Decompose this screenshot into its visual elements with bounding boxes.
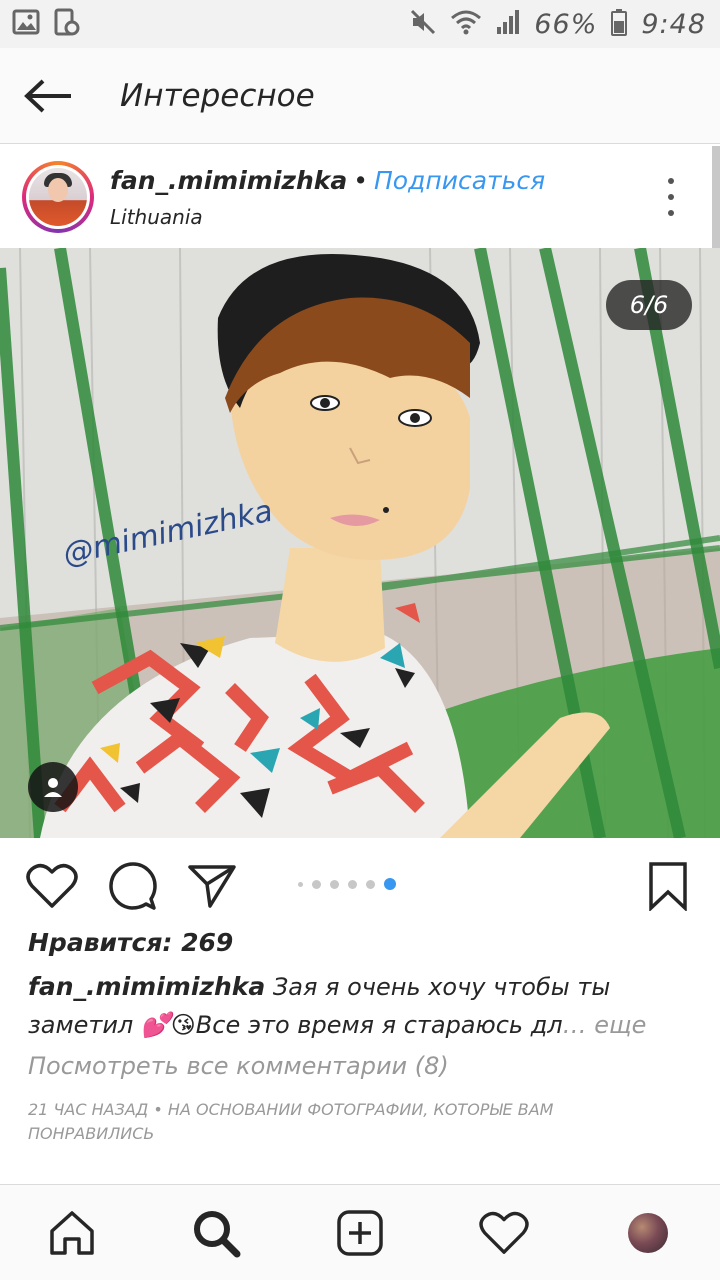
bookmark-icon (649, 862, 687, 911)
clock: 9:48 (641, 8, 706, 40)
heart-icon (26, 863, 78, 908)
nav-home[interactable] (46, 1207, 98, 1259)
post-timestamp: 21 час назад • на основании фотографии, … (28, 1100, 554, 1143)
back-button[interactable] (0, 48, 96, 144)
home-icon (50, 1211, 94, 1255)
battery-icon (611, 8, 628, 40)
tagged-people-button[interactable] (28, 762, 78, 812)
send-icon (188, 865, 236, 908)
image-notification-icon (12, 9, 40, 39)
carousel-indicator (298, 878, 396, 890)
avatar-image (29, 168, 87, 226)
save-button[interactable] (640, 858, 696, 914)
nav-activity[interactable] (478, 1207, 530, 1259)
carousel-dot (298, 881, 303, 887)
page-title: Интересное (120, 77, 315, 114)
post-actions (0, 838, 720, 930)
search-icon (194, 1211, 241, 1258)
separator-dot: • (353, 165, 368, 195)
like-button[interactable] (24, 858, 80, 914)
carousel-dot (366, 879, 375, 889)
nav-search[interactable] (190, 1207, 242, 1259)
caption-username[interactable]: fan_.mimimizhka (28, 972, 265, 1001)
nav-profile[interactable] (622, 1207, 674, 1259)
carousel-counter: 6/6 (606, 280, 692, 330)
more-options-button[interactable] (666, 178, 676, 216)
heart-icon (479, 1211, 529, 1254)
plus-square-icon (337, 1210, 383, 1256)
wifi-icon (450, 9, 482, 39)
carousel-dot (312, 879, 321, 889)
top-app-bar: Интересное (0, 48, 720, 144)
comment-icon (109, 862, 157, 910)
post-image[interactable]: 6/6 @mimimizhka (0, 248, 720, 838)
nav-new-post[interactable] (334, 1207, 386, 1259)
post-username[interactable]: fan_.mimimizhka (110, 166, 347, 195)
likes-count[interactable]: Нравится: 269 (28, 928, 233, 957)
post-caption: fan_.mimimizhka Зая я очень хочу чтобы т… (28, 968, 688, 1044)
person-icon (44, 778, 62, 797)
caption-more-link[interactable]: … еще (563, 1011, 647, 1039)
carousel-dot (348, 879, 357, 889)
battery-percent: 66% (534, 8, 598, 40)
view-comments-link[interactable]: Посмотреть все комментарии (8) (28, 1052, 449, 1080)
arrow-left-icon (24, 79, 71, 112)
status-bar: 66% 9:48 (0, 0, 720, 48)
comment-button[interactable] (104, 858, 160, 914)
post-header: fan_.mimimizhka • Подписаться Lithuania (0, 146, 712, 248)
post-location[interactable]: Lithuania (110, 205, 545, 229)
mute-icon (410, 9, 436, 39)
profile-avatar (628, 1213, 668, 1253)
bottom-navigation (0, 1184, 720, 1280)
share-button[interactable] (184, 858, 240, 914)
signal-icon (496, 9, 520, 39)
carousel-dot (330, 879, 339, 889)
avatar[interactable] (22, 161, 94, 233)
carousel-dot-active (384, 878, 396, 890)
follow-button[interactable]: Подписаться (374, 166, 545, 195)
screenshot-notification-icon (54, 8, 80, 40)
